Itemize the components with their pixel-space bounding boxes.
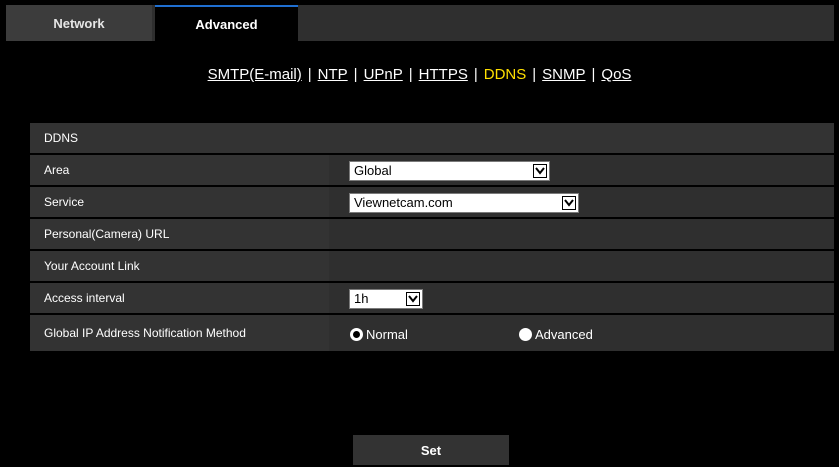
tab-bar: Network Advanced <box>6 5 834 41</box>
radio-advanced-label: Advanced <box>535 326 593 342</box>
subnav-link-ntp[interactable]: NTP <box>318 66 348 83</box>
chevron-down-icon <box>562 196 576 210</box>
area-select-value: Global <box>354 163 392 178</box>
radio-normal[interactable]: Normal <box>350 326 408 342</box>
service-select[interactable]: Viewnetcam.com <box>349 193 579 213</box>
notification-method-value-cell: Normal Advanced <box>333 315 834 351</box>
access-interval-value-cell: 1h <box>333 283 834 313</box>
access-interval-select[interactable]: 1h <box>349 289 423 309</box>
subnav-separator: | <box>353 66 358 83</box>
subnav-link-qos[interactable]: QoS <box>601 66 631 83</box>
access-interval-select-value: 1h <box>354 291 369 306</box>
subnav-link-upnp[interactable]: UPnP <box>364 66 403 83</box>
section-header: DDNS <box>30 123 834 153</box>
chevron-down-icon <box>406 292 420 306</box>
subnav-link-ddns[interactable]: DDNS <box>484 66 527 83</box>
row-notification-method: Global IP Address Notification Method No… <box>30 315 834 351</box>
set-button[interactable]: Set <box>353 435 509 465</box>
row-service: Service Viewnetcam.com <box>30 187 834 217</box>
subnav-link-smtp[interactable]: SMTP(E-mail) <box>208 66 302 83</box>
row-area: Area Global <box>30 155 834 185</box>
radio-normal-label: Normal <box>366 326 408 342</box>
area-label: Area <box>30 155 329 185</box>
radio-checked-icon <box>350 327 363 341</box>
chevron-down-icon <box>533 164 547 178</box>
service-select-value: Viewnetcam.com <box>354 195 453 210</box>
radio-advanced[interactable]: Advanced <box>519 326 593 342</box>
subnav-separator: | <box>408 66 413 83</box>
advanced-subnav: SMTP(E-mail) | NTP | UPnP | HTTPS | DDNS | SNMP | Qo… <box>0 66 839 83</box>
subnav-separator: | <box>473 66 478 83</box>
notification-method-label: Global IP Address Notification Method <box>30 315 329 351</box>
personal-url-label: Personal(Camera) URL <box>30 219 329 249</box>
service-value-cell: Viewnetcam.com <box>333 187 834 217</box>
subnav-separator: | <box>591 66 596 83</box>
subnav-separator: | <box>307 66 312 83</box>
radio-unchecked-icon <box>519 327 532 341</box>
ddns-settings-panel: DDNS Area Global Service Viewnetcam.com … <box>30 123 834 353</box>
account-link-label: Your Account Link <box>30 251 329 281</box>
service-label: Service <box>30 187 329 217</box>
section-title: DDNS <box>30 123 834 153</box>
access-interval-label: Access interval <box>30 283 329 313</box>
personal-url-value <box>333 219 834 249</box>
area-value-cell: Global <box>333 155 834 185</box>
subnav-separator: | <box>532 66 537 83</box>
subnav-link-snmp[interactable]: SNMP <box>542 66 585 83</box>
area-select[interactable]: Global <box>349 161 550 181</box>
row-account-link: Your Account Link <box>30 251 834 281</box>
row-personal-url: Personal(Camera) URL <box>30 219 834 249</box>
row-access-interval: Access interval 1h <box>30 283 834 313</box>
subnav-link-https[interactable]: HTTPS <box>419 66 468 83</box>
account-link-value <box>333 251 834 281</box>
tab-network[interactable]: Network <box>6 5 152 41</box>
tab-advanced[interactable]: Advanced <box>155 5 298 41</box>
